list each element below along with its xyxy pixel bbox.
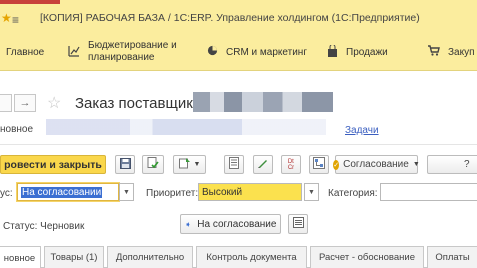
chevron-down-icon: ▼ (412, 161, 420, 168)
document-list-icon (229, 157, 239, 172)
section-crm[interactable]: CRM и маркетинг (205, 34, 307, 70)
status-select[interactable]: На согласовании (17, 183, 119, 201)
tab-main[interactable]: новное (0, 246, 41, 268)
save-button[interactable] (115, 155, 135, 174)
section-budgeting[interactable]: Бюджетирование и планирование (67, 34, 177, 70)
favorite-star-icon[interactable]: ☆ (47, 93, 61, 113)
priority-value: Высокий (202, 186, 243, 198)
send-for-approval-button[interactable]: ➧ На согласование (180, 214, 281, 234)
document-tabs: новное Товары (1) Дополнительно Контроль… (0, 246, 477, 268)
section-main[interactable]: Главное (6, 34, 44, 70)
structure-icon (313, 157, 325, 172)
approval-check-icon: ✓ (333, 159, 340, 170)
section-budgeting-label-2: планирование (88, 52, 155, 63)
tab-additional[interactable]: Дополнительно (107, 246, 193, 268)
priority-label: Приоритет: (146, 188, 199, 199)
related-links-redacted (46, 119, 326, 135)
section-main-label: Главное (6, 46, 45, 58)
hamburger-icon[interactable]: ≡ (12, 13, 19, 27)
forward-button[interactable]: → (14, 94, 36, 112)
section-purchases-label: Закуп (448, 46, 475, 58)
tasks-link[interactable]: Задачи (345, 125, 379, 136)
chevron-down-icon: ▼ (123, 188, 130, 196)
section-sales-label: Продажи (346, 46, 388, 58)
section-purchases[interactable]: Закуп (427, 34, 475, 70)
create-based-on-button[interactable]: ▼ (173, 155, 206, 174)
chevron-down-icon: ▼ (193, 161, 201, 168)
section-crm-label: CRM и маркетинг (226, 46, 307, 58)
priority-dropdown-button[interactable]: ▼ (304, 183, 319, 201)
window-title: [КОПИЯ] РАБОЧАЯ БАЗА / 1С:ERP. Управлени… (40, 12, 420, 24)
post-doc-icon (147, 157, 159, 172)
post-button[interactable] (142, 155, 164, 174)
attach-button[interactable] (253, 155, 273, 174)
list-icon (292, 217, 304, 231)
document-status-text: Статус: Черновик (3, 221, 85, 232)
section-sales[interactable]: Продажи (325, 34, 388, 70)
pen-icon (257, 157, 269, 172)
tab-payments[interactable]: Оплаты (427, 246, 477, 268)
structure-button[interactable] (309, 155, 329, 174)
print-list-button[interactable] (224, 155, 244, 174)
priority-select[interactable]: Высокий (198, 183, 302, 201)
debit-credit-button[interactable]: Dt Cr (281, 155, 301, 174)
cart-icon (427, 45, 441, 59)
bag-icon (325, 43, 339, 60)
status-value: На согласовании (21, 186, 103, 198)
status-dropdown-button[interactable]: ▼ (119, 183, 134, 201)
send-for-approval-label: На согласование (197, 218, 277, 230)
category-input[interactable] (380, 183, 477, 201)
help-label: ? (464, 159, 470, 170)
create-based-icon (178, 157, 191, 172)
pie-icon (205, 45, 219, 59)
title-accent-strip (0, 0, 60, 4)
post-and-close-button[interactable]: ровести и закрыть (0, 155, 106, 174)
approval-label: Согласование (343, 159, 409, 170)
floppy-icon (119, 157, 131, 172)
back-button[interactable] (0, 94, 12, 112)
page-title: Заказ поставщику (75, 95, 201, 112)
window-title-bar: ★ ≡ [КОПИЯ] РАБОЧАЯ БАЗА / 1С:ERP. Управ… (0, 0, 477, 34)
tab-document-control[interactable]: Контроль документа (196, 246, 307, 268)
approval-menu-button[interactable]: ✓ Согласование ▼ (333, 155, 420, 174)
dt-kt-icon: Dt Cr (287, 158, 295, 171)
chevron-down-icon: ▼ (308, 188, 315, 196)
category-label: Категория: (328, 188, 378, 199)
sections-panel: Главное Бюджетирование и планирование CR… (0, 34, 477, 71)
section-budgeting-label-1: Бюджетирование и (88, 40, 177, 51)
arrow-right-icon: → (19, 97, 31, 109)
play-arrow-icon: ➧ (184, 219, 192, 229)
tab-calculation-justification[interactable]: Расчет - обоснование (310, 246, 424, 268)
divider (0, 144, 477, 145)
status-label: ус: (0, 188, 13, 199)
chart-icon (67, 45, 81, 60)
favorites-star-icon[interactable]: ★ (1, 11, 12, 25)
help-button[interactable]: ? (427, 155, 477, 174)
main-tab-link[interactable]: новное (0, 124, 33, 135)
document-number-redacted (193, 92, 333, 112)
approval-list-button[interactable] (288, 214, 308, 234)
tab-goods[interactable]: Товары (1) (44, 246, 104, 268)
